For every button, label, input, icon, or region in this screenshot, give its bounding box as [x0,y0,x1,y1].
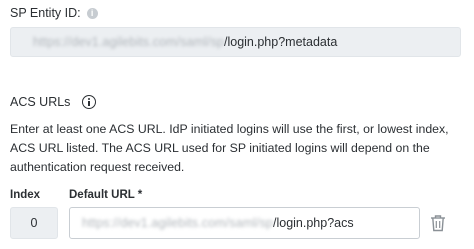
sp-entity-id-suffix: /login.php?metadata [224,35,338,49]
acs-settings-panel: SP Entity ID: i https://dev1.agilebits.c… [0,0,474,249]
info-circle-icon[interactable]: i [86,7,98,19]
acs-urls-heading-row: ACS URLs [10,92,97,112]
redacted-url-prefix: https://dev1.agilebits.com/saml/sp [33,35,224,49]
acs-url-suffix: /login.php?acs [273,216,354,230]
acs-description: Enter at least one ACS URL. IdP initiate… [10,122,449,174]
acs-default-url-input[interactable]: https://dev1.agilebits.com/saml/sp /logi… [69,207,420,239]
redacted-url-prefix: https://dev1.agilebits.com/saml/sp [82,216,273,230]
index-column-label: Index [10,189,41,201]
trash-icon[interactable] [430,214,446,232]
acs-urls-heading: ACS URLs [10,95,71,109]
acs-index-field[interactable]: 0 [10,207,58,239]
default-url-column-label: Default URL * [69,189,143,201]
sp-entity-id-label: SP Entity ID: [10,6,81,20]
sp-entity-id-label-row: SP Entity ID: i [10,4,98,22]
info-circle-outline-icon[interactable] [82,95,97,109]
sp-entity-id-field[interactable]: https://dev1.agilebits.com/saml/sp /logi… [10,27,461,57]
